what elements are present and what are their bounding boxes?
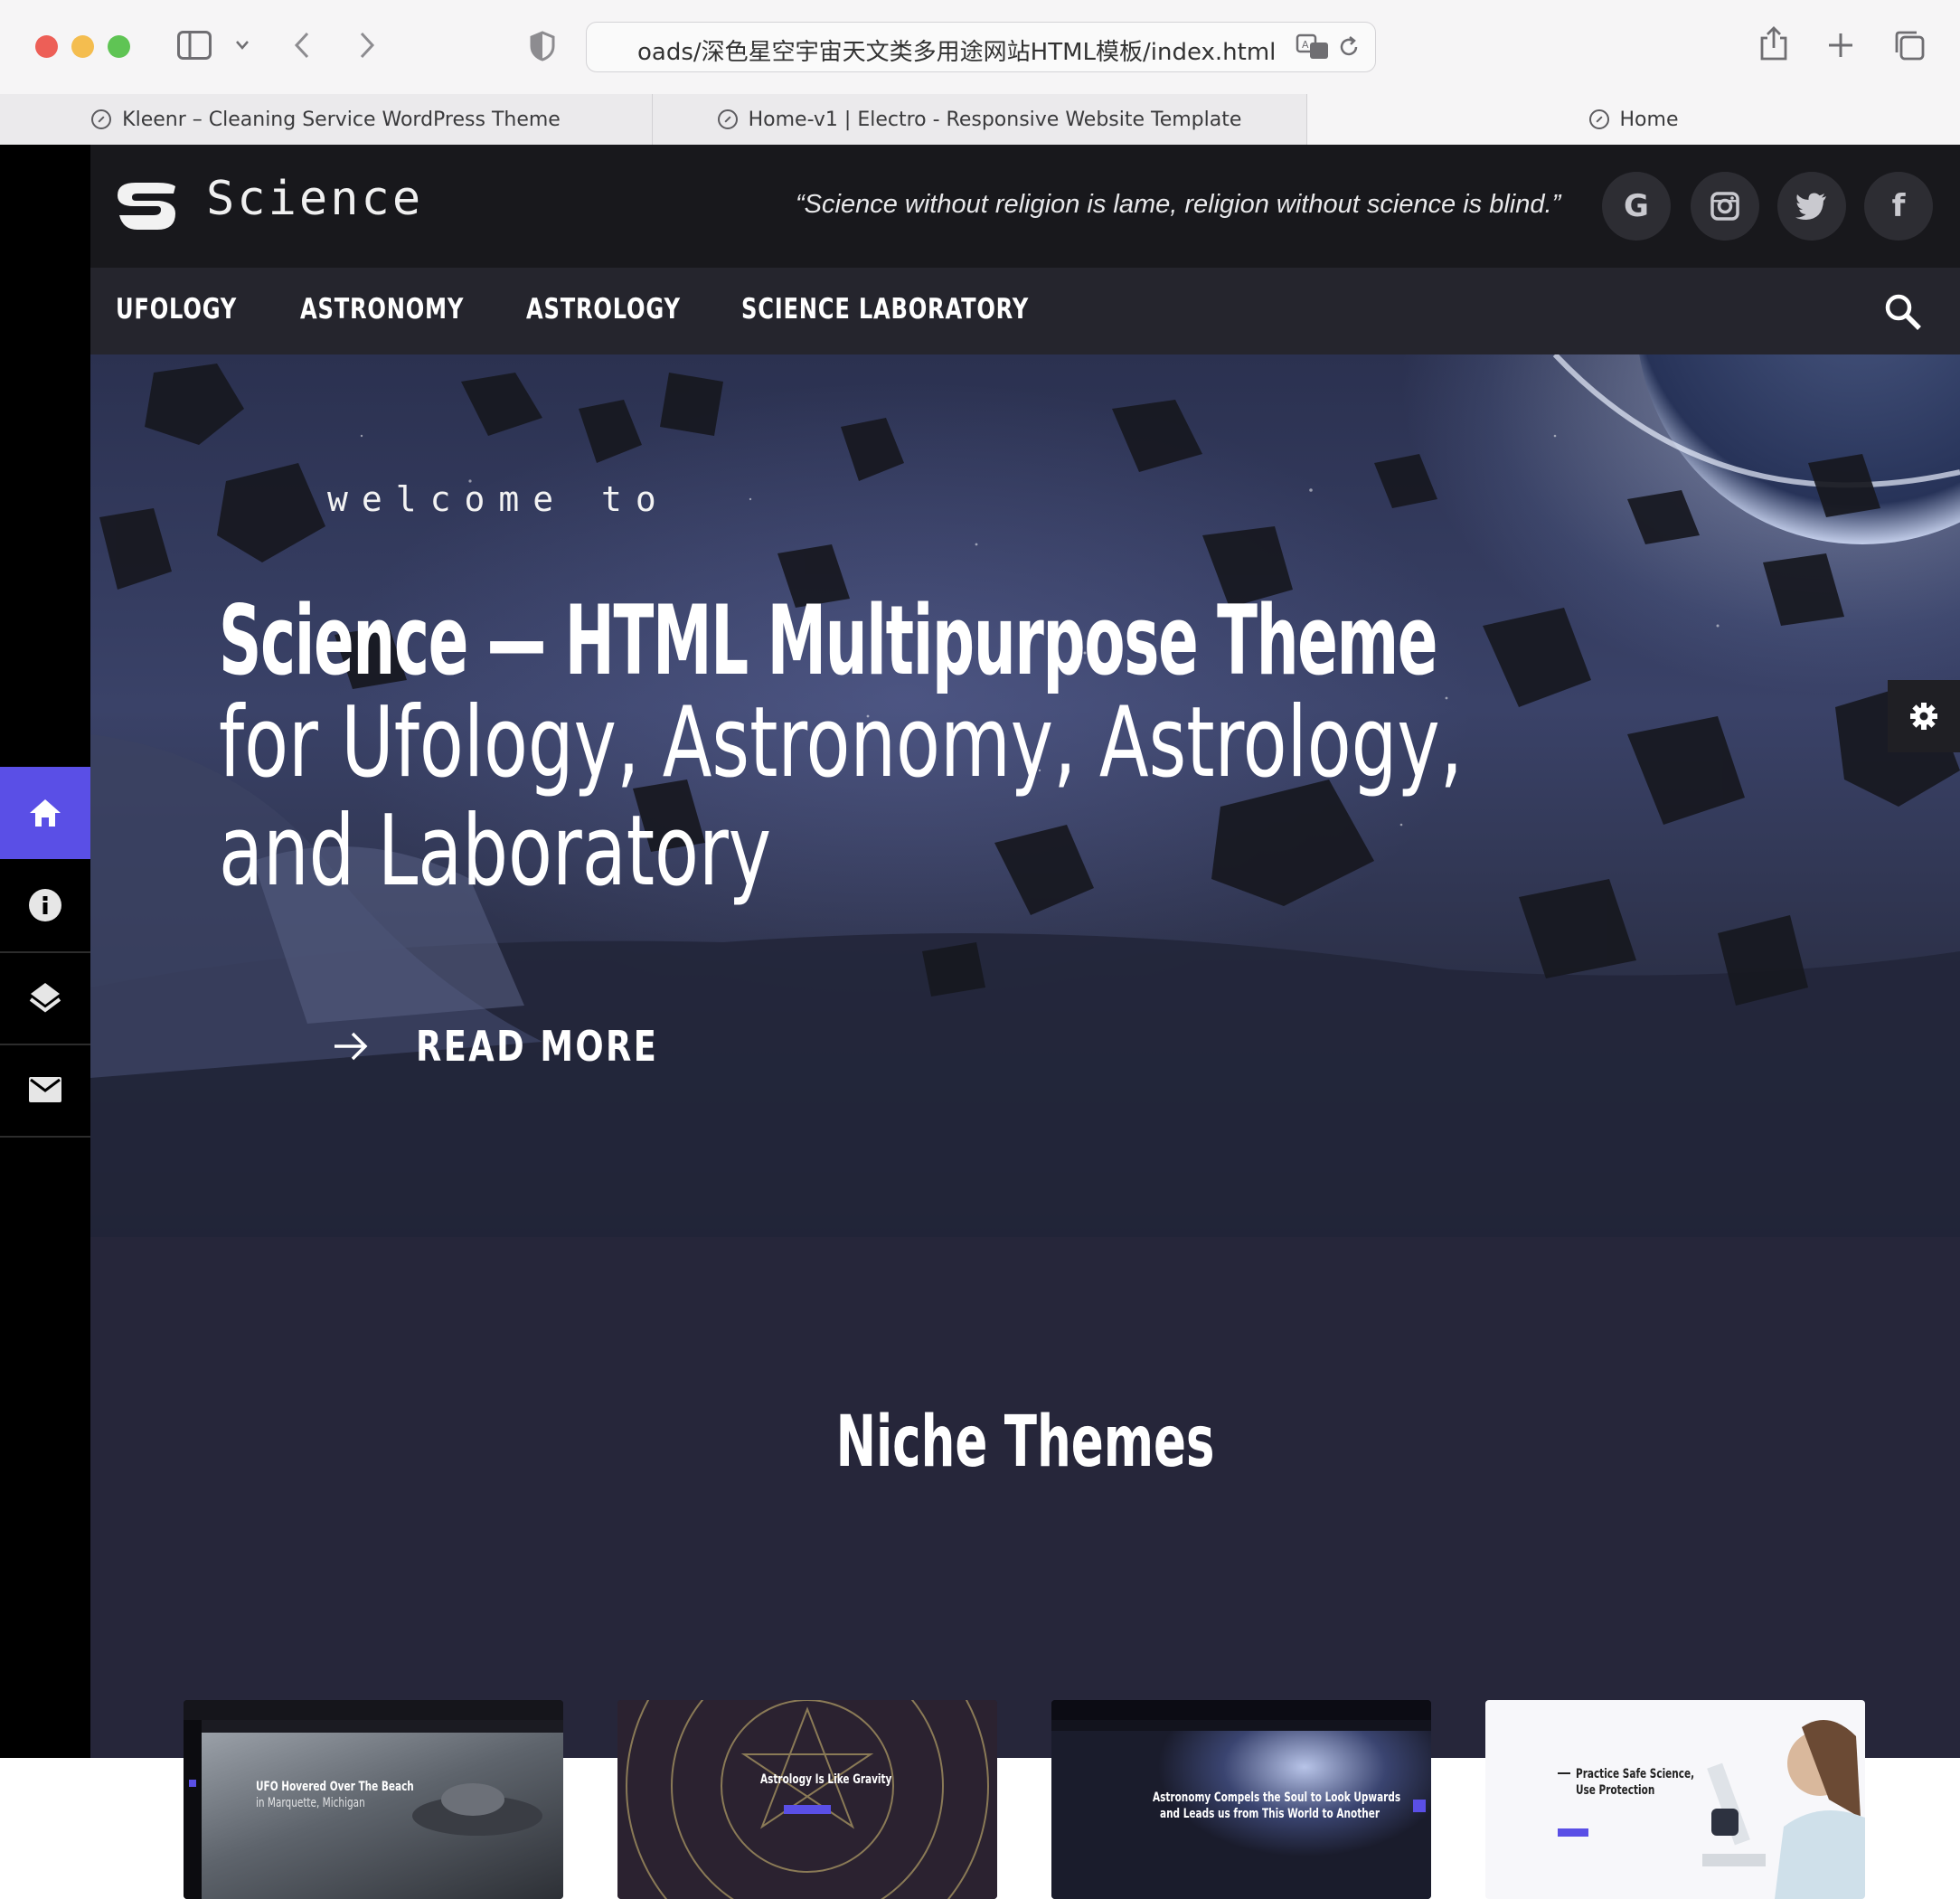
thumb-caption-sub: and Leads us from This World to Another xyxy=(1160,1807,1380,1821)
thumb-caption: UFO Hovered Over The Beach xyxy=(256,1780,414,1794)
google-icon: G xyxy=(1624,188,1649,224)
compass-icon xyxy=(91,109,112,129)
theme-thumbnail-laboratory[interactable]: Practice Safe Science, Use Protection xyxy=(1485,1700,1865,1899)
svg-text:A: A xyxy=(1302,39,1309,51)
info-icon xyxy=(29,889,61,921)
layers-icon xyxy=(29,983,61,1013)
nav-item-astrology[interactable]: ASTROLOGY xyxy=(526,293,681,326)
gear-icon xyxy=(1910,703,1937,730)
niche-themes-title: Niche Themes xyxy=(835,1402,1215,1483)
website: Science “Science without religion is lam… xyxy=(0,145,1960,1899)
zoom-window-button[interactable] xyxy=(108,35,130,58)
side-menu-layers[interactable] xyxy=(0,951,90,1045)
hero-banner: welcome to Science — HTML Multipurpose T… xyxy=(90,354,1960,1237)
address-bar[interactable]: oads/深色星空宇宙天文类多用途网站HTML模板/index.html A xyxy=(586,22,1376,72)
compass-icon xyxy=(717,109,738,129)
instagram-icon xyxy=(1710,192,1739,221)
nav-item-astronomy[interactable]: ASTRONOMY xyxy=(300,293,464,326)
thumb-caption-sub: in Marquette, Michigan xyxy=(256,1796,365,1810)
mail-icon xyxy=(29,1077,61,1102)
tab-electro[interactable]: Home-v1 | Electro - Responsive Website T… xyxy=(653,94,1307,145)
site-logo-text[interactable]: Science xyxy=(206,172,423,226)
google-button[interactable]: G xyxy=(1602,172,1671,241)
reload-icon[interactable] xyxy=(1337,35,1361,59)
share-icon[interactable] xyxy=(1759,25,1788,61)
compass-icon xyxy=(1588,109,1609,129)
translate-icon[interactable]: A xyxy=(1296,33,1332,61)
tab-label: Home xyxy=(1619,108,1679,131)
tab-overview-icon[interactable] xyxy=(1893,29,1926,61)
back-arrow-icon[interactable] xyxy=(293,31,311,60)
nav-item-science-laboratory[interactable]: SCIENCE LABORATORY xyxy=(741,293,1029,326)
theme-thumbnail-astrology[interactable]: Astrology Is Like Gravity xyxy=(617,1700,997,1899)
thumb-caption: Practice Safe Science, xyxy=(1576,1767,1695,1781)
tab-bar: Kleenr – Cleaning Service WordPress Them… xyxy=(0,94,1960,146)
tab-home[interactable]: Home xyxy=(1307,94,1960,145)
thumb-caption-sub: Use Protection xyxy=(1576,1783,1655,1798)
home-icon xyxy=(30,799,61,827)
settings-panel-toggle[interactable] xyxy=(1888,680,1960,752)
hero-title: Science — HTML Multipurpose Theme xyxy=(219,585,1437,696)
theme-thumbnail-astronomy[interactable]: Astronomy Compels the Soul to Look Upwar… xyxy=(1051,1700,1431,1899)
side-menu xyxy=(0,145,90,1758)
browser-toolbar: oads/深色星空宇宙天文类多用途网站HTML模板/index.html A xyxy=(0,0,1960,95)
close-window-button[interactable] xyxy=(35,35,58,58)
logo-icon[interactable] xyxy=(114,181,179,231)
forward-arrow-icon[interactable] xyxy=(358,31,376,60)
arrow-right-icon[interactable] xyxy=(333,1031,369,1062)
tab-label: Home-v1 | Electro - Responsive Website T… xyxy=(748,108,1242,131)
niche-themes-section: Niche Themes UFO Hovered Over The Beach … xyxy=(90,1237,1960,1899)
side-menu-home[interactable] xyxy=(0,767,90,859)
theme-thumbnail-ufology[interactable]: UFO Hovered Over The Beach in Marquette,… xyxy=(184,1700,563,1899)
address-text: oads/深色星空宇宙天文类多用途网站HTML模板/index.html xyxy=(637,39,1277,66)
read-more-link[interactable]: READ MORE xyxy=(416,1022,658,1071)
minimize-window-button[interactable] xyxy=(71,35,94,58)
hero-subtitle: for Ufology, Astronomy, Astrology, and L… xyxy=(219,686,1464,908)
thumb-caption: Astronomy Compels the Soul to Look Upwar… xyxy=(1153,1790,1401,1805)
header-quote: “Science without religion is lame, relig… xyxy=(796,190,1561,219)
twitter-button[interactable] xyxy=(1777,172,1846,241)
tab-kleenr[interactable]: Kleenr – Cleaning Service WordPress Them… xyxy=(0,94,653,145)
tab-label: Kleenr – Cleaning Service WordPress Them… xyxy=(122,108,561,131)
chevron-down-icon[interactable] xyxy=(235,40,250,51)
facebook-button[interactable]: f xyxy=(1864,172,1933,241)
privacy-shield-icon[interactable] xyxy=(530,31,555,61)
twitter-icon xyxy=(1795,193,1826,220)
facebook-icon: f xyxy=(1891,188,1906,224)
side-menu-contact[interactable] xyxy=(0,1044,90,1138)
nav-item-ufology[interactable]: UFOLOGY xyxy=(116,293,237,326)
search-icon[interactable] xyxy=(1884,293,1922,331)
hero-welcome-text: welcome to xyxy=(327,479,670,519)
main-nav: UFOLOGY ASTRONOMY ASTROLOGY SCIENCE LABO… xyxy=(90,268,1960,354)
sidebar-toggle-icon[interactable] xyxy=(177,31,212,60)
new-tab-icon[interactable] xyxy=(1826,31,1855,60)
side-menu-about[interactable] xyxy=(0,859,90,953)
thumb-caption: Astrology Is Like Gravity xyxy=(760,1772,892,1787)
site-header: Science “Science without religion is lam… xyxy=(90,145,1960,268)
instagram-button[interactable] xyxy=(1691,172,1759,241)
